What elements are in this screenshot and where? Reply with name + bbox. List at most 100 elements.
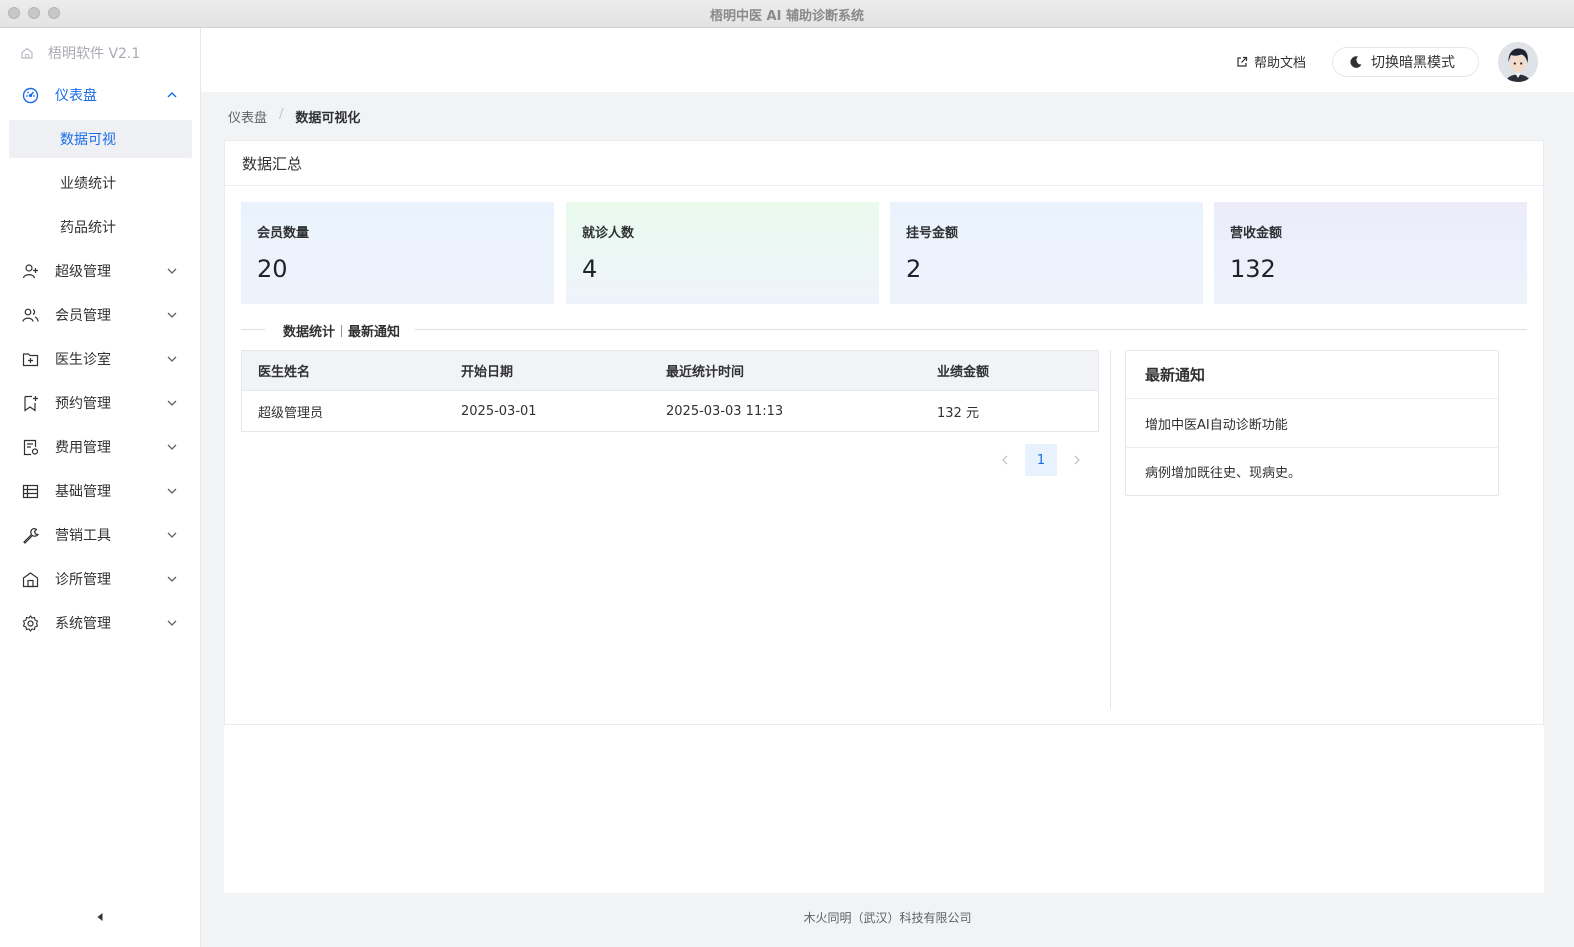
moon-icon [1350,56,1362,68]
divider-stats-label: 数据统计 [283,325,336,340]
notice-item[interactable]: 病例增加既往史、现病史。 [1126,447,1498,495]
breadcrumb-separator: / [279,107,284,122]
menu-label: 会员管理 [55,308,111,324]
menu-label: 医生诊室 [55,352,111,368]
brand[interactable]: 梧明软件 V2.1 [20,43,140,63]
column-header: 开始日期 [461,365,514,380]
avatar[interactable] [1498,42,1538,82]
breadcrumb-current: 数据可视化 [295,111,361,126]
menu-super-admin[interactable]: 超级管理 [0,253,201,289]
stat-card-registration: 挂号金额 2 [890,202,1203,304]
menu-label: 预约管理 [55,396,111,412]
chevron-down-icon [167,488,177,494]
divider-bar [341,325,343,337]
menu-dashboard-label: 仪表盘 [55,88,97,104]
collapse-sidebar-icon[interactable] [95,912,105,922]
top-header: 帮助文档 切换暗黑模式 [201,28,1574,92]
column-header: 最近统计时间 [666,365,745,380]
menu-label: 费用管理 [55,440,111,456]
section-divider-right [415,329,1527,330]
menu-member[interactable]: 会员管理 [0,297,201,333]
stat-label: 营收金额 [1230,226,1283,241]
submenu-data-visual[interactable]: 数据可视 [9,120,192,158]
toggle-dark-mode-button[interactable]: 切换暗黑模式 [1332,47,1479,77]
chevron-left-icon [1002,455,1008,465]
breadcrumb: 仪表盘 / 数据可视化 [228,107,360,126]
chevron-right-icon [1074,455,1080,465]
stat-value: 132 [1230,255,1276,283]
home-icon [21,47,33,59]
column-header: 业绩金额 [937,365,990,380]
help-docs-label: 帮助文档 [1254,56,1307,71]
stat-label: 会员数量 [257,226,310,241]
submenu-drug-stats[interactable]: 药品统计 [9,208,192,246]
menu-label: 诊所管理 [55,572,111,588]
help-docs-link[interactable]: 帮助文档 [1236,52,1306,71]
notice-title: 最新通知 [1126,351,1498,399]
menu-fee[interactable]: 费用管理 [0,429,201,465]
menu-label: 营销工具 [55,528,111,544]
divider-notice-label: 最新通知 [348,325,401,340]
table-cell: 超级管理员 [258,405,324,421]
performance-table: 医生姓名 开始日期 最近统计时间 业绩金额 超级管理员 2025-03-01 2… [241,350,1099,432]
folder-plus-icon [21,350,39,368]
receipt-icon [21,438,39,456]
stat-value: 4 [582,255,598,283]
menu-system[interactable]: 系统管理 [0,605,201,641]
table-row[interactable]: 超级管理员 2025-03-01 2025-03-03 11:13 132 元 [242,391,1098,431]
title-bar: 梧明中医 AI 辅助诊断系统 [0,0,1574,28]
wrench-icon [21,526,39,544]
chevron-down-icon [167,312,177,318]
menu-label: 基础管理 [55,484,111,500]
chevron-down-icon [167,268,177,274]
table-icon [21,482,39,500]
table-cell: 132 元 [937,405,979,421]
users-icon [21,306,39,324]
submenu-performance[interactable]: 业绩统计 [9,164,192,202]
table-header-row: 医生姓名 开始日期 最近统计时间 业绩金额 [242,351,1098,391]
external-link-icon [1237,56,1248,67]
notice-item[interactable]: 增加中医AI自动诊断功能 [1126,399,1498,447]
summary-panel: 数据汇总 会员数量 20 就诊人数 4 挂号金额 2 营收金额 132 数据统计… [224,140,1544,725]
stat-card-members: 会员数量 20 [241,202,554,304]
lower-panel [224,725,1544,893]
clinic-icon [21,570,39,588]
prev-page-button[interactable] [995,444,1015,476]
menu-clinic[interactable]: 诊所管理 [0,561,201,597]
menu-basic[interactable]: 基础管理 [0,473,201,509]
panel-title: 数据汇总 [225,141,1543,186]
page-1-button[interactable]: 1 [1025,444,1057,476]
section-divider-left [241,329,265,330]
dashboard-icon [21,86,39,104]
footer-copyright: 木火同明（武汉）科技有限公司 [803,911,972,925]
next-page-button[interactable] [1067,444,1087,476]
pagination: 1 [995,444,1087,476]
bookmark-plus-icon [21,394,39,412]
app-window: 梧明中医 AI 辅助诊断系统 梧明软件 V2.1 仪表盘 数据可视 业绩统计 药… [0,0,1574,947]
menu-marketing[interactable]: 营销工具 [0,517,201,553]
chevron-up-icon [167,92,177,98]
gear-icon [21,614,39,632]
window-title: 梧明中医 AI 辅助诊断系统 [710,9,864,24]
menu-label: 超级管理 [55,264,111,280]
vertical-divider [1110,350,1111,709]
menu-doctor-room[interactable]: 医生诊室 [0,341,201,377]
stat-label: 挂号金额 [906,226,959,241]
user-add-icon [21,262,39,280]
stat-label: 就诊人数 [582,226,635,241]
main-content: 仪表盘 / 数据可视化 数据汇总 会员数量 20 就诊人数 4 挂号金额 2 营… [201,92,1574,947]
chevron-down-icon [167,532,177,538]
breadcrumb-parent[interactable]: 仪表盘 [228,107,267,126]
stat-card-revenue: 营收金额 132 [1214,202,1527,304]
section-divider-title: 数据统计 最新通知 [281,321,403,340]
chevron-down-icon [167,620,177,626]
notice-card: 最新通知 增加中医AI自动诊断功能 病例增加既往史、现病史。 [1125,350,1499,496]
menu-appointment[interactable]: 预约管理 [0,385,201,421]
stat-value: 2 [906,255,922,283]
stat-value: 20 [257,255,288,283]
brand-name: 梧明软件 V2.1 [48,46,141,62]
chevron-down-icon [167,356,177,362]
menu-dashboard[interactable]: 仪表盘 [0,77,201,113]
table-cell: 2025-03-03 11:13 [666,403,784,419]
chevron-down-icon [167,576,177,582]
